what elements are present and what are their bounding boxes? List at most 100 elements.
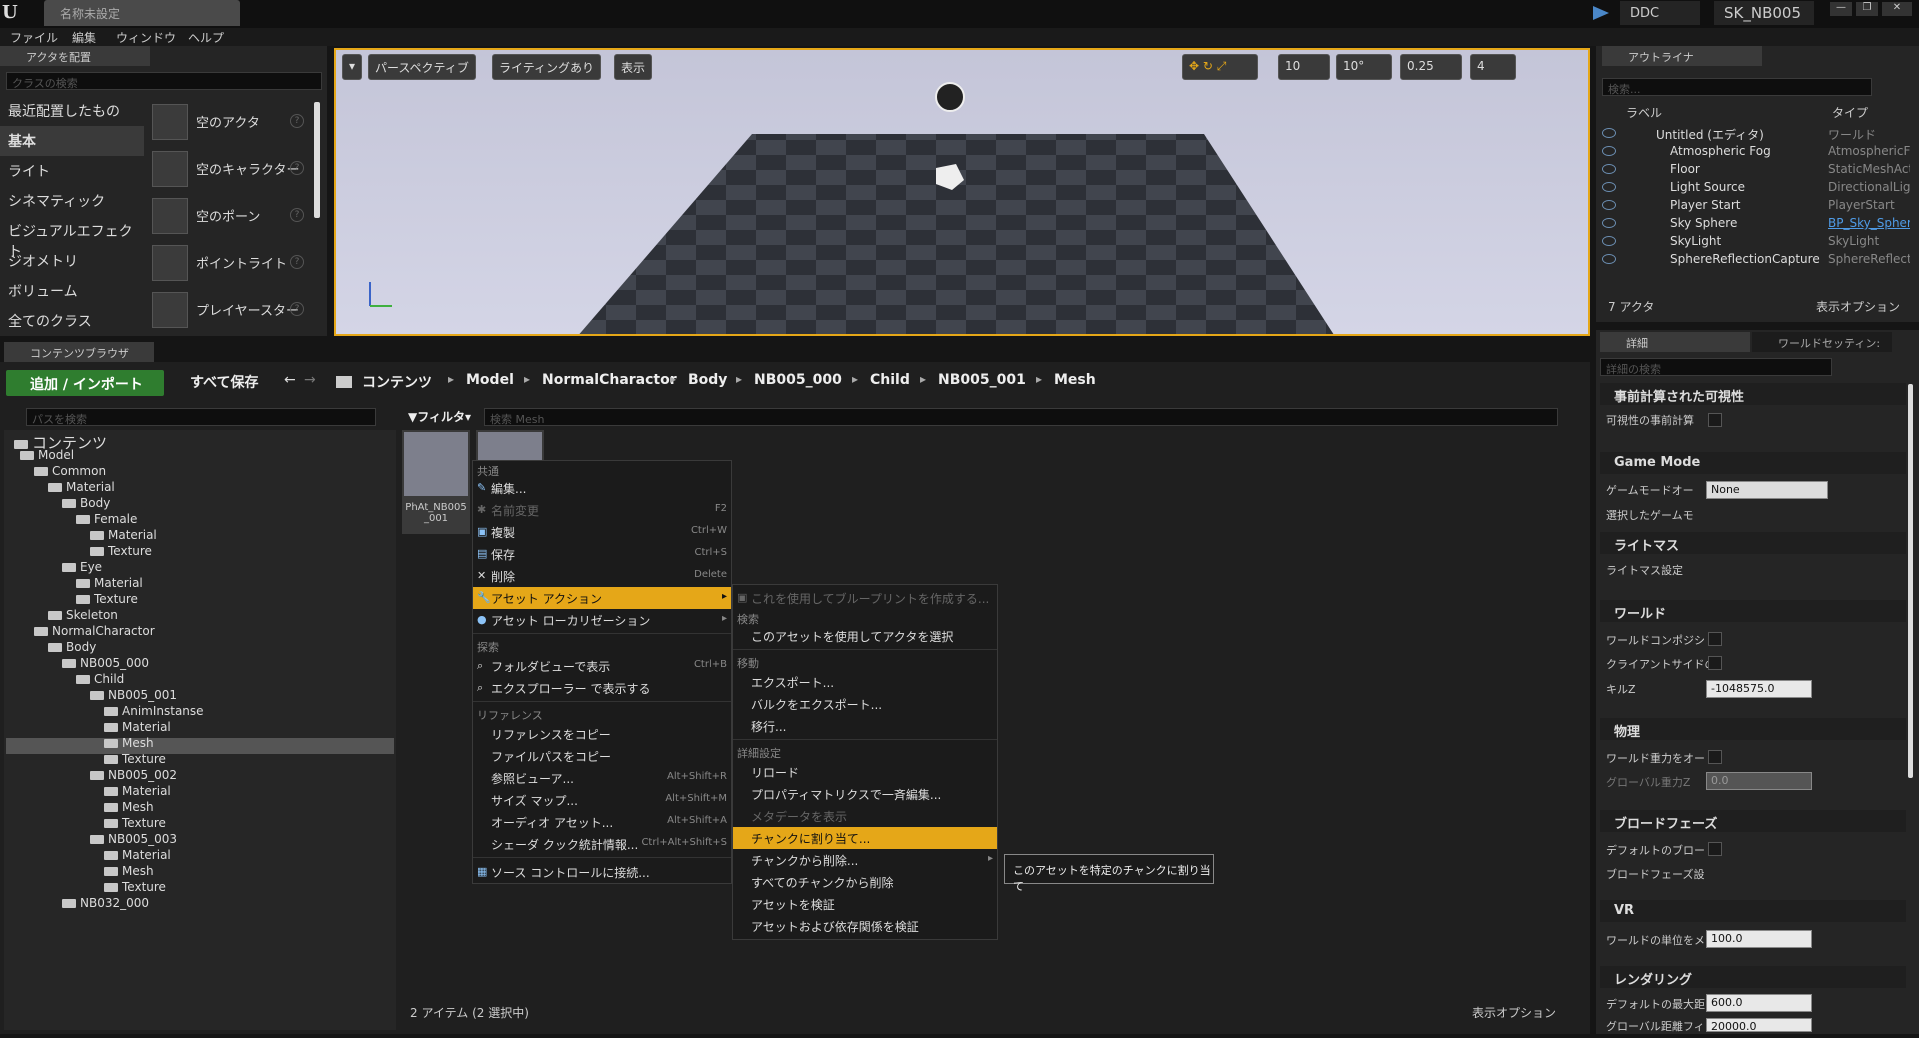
nav-forward-icon[interactable]: → — [304, 372, 316, 388]
menu-delete[interactable]: ✕ 削除 Delete — [473, 565, 731, 587]
tree-folder[interactable]: Material — [90, 528, 157, 542]
menu-help[interactable]: ヘルプ — [188, 29, 224, 46]
category-visual-effects[interactable]: ビジュアルエフェクト — [0, 216, 144, 260]
tree-folder[interactable]: Material — [104, 784, 171, 798]
section-rendering[interactable]: レンダリング — [1600, 966, 1906, 988]
world-settings-tab[interactable]: ワールドセッティン: — [1752, 332, 1892, 352]
category-cinematic[interactable]: シネマティック — [0, 186, 144, 216]
max-distance-input[interactable]: 600.0 — [1706, 994, 1812, 1012]
help-icon[interactable]: ? — [290, 302, 304, 316]
tree-folder[interactable]: Female — [76, 512, 137, 526]
category-light[interactable]: ライト — [0, 156, 144, 186]
perspective-button[interactable]: パースペクティブ — [368, 54, 476, 80]
menu-migrate[interactable]: 移行... — [733, 715, 997, 737]
menu-show-in-explorer[interactable]: ⌕ エクスプローラー で表示する — [473, 677, 731, 699]
precompute-visibility-checkbox[interactable] — [1708, 413, 1722, 427]
menu-export[interactable]: エクスポート... — [733, 671, 997, 693]
menu-audio-asset[interactable]: オーディオ アセット... Alt+Shift+A — [473, 811, 731, 833]
breadcrumb-nb005-000[interactable]: NB005_000 — [754, 372, 842, 388]
menu-copy-reference[interactable]: リファレンスをコピー — [473, 723, 731, 745]
visibility-icon[interactable] — [1602, 200, 1616, 210]
tree-folder[interactable]: Texture — [104, 880, 166, 894]
visibility-icon[interactable] — [1602, 236, 1616, 246]
ddc-button[interactable]: DDC — [1620, 1, 1700, 25]
tree-folder[interactable]: Texture — [104, 816, 166, 830]
content-browser-tab[interactable]: コンテンツブラウザ — [4, 342, 154, 362]
gravity-z-input[interactable]: 0.0 — [1706, 772, 1812, 790]
menu-asset-actions[interactable]: 🔧 アセット アクション ▸ — [473, 587, 731, 609]
source-control-icon[interactable] — [1593, 6, 1609, 20]
category-basic[interactable]: 基本 — [0, 126, 144, 156]
menu-validate-dependencies[interactable]: アセットおよび依存関係を検証 — [733, 915, 997, 937]
menu-property-matrix[interactable]: プロパティマトリクスで一斉編集... — [733, 783, 997, 805]
tree-folder[interactable]: Model — [20, 448, 74, 462]
breadcrumb-mesh[interactable]: Mesh — [1054, 372, 1096, 388]
tree-folder[interactable]: Common — [34, 464, 106, 478]
path-search-input[interactable]: パスを検索 — [26, 408, 376, 426]
breadcrumb-nb005-001[interactable]: NB005_001 — [938, 372, 1026, 388]
visibility-icon[interactable] — [1602, 218, 1616, 228]
details-search-input[interactable]: 詳細の検索 — [1600, 358, 1832, 376]
breadcrumb-content[interactable]: コンテンツ — [362, 372, 432, 392]
place-item-empty-actor[interactable]: 空のアクタ? — [150, 100, 316, 144]
menu-select-actors[interactable]: このアセットを使用してアクタを選択 — [733, 625, 997, 647]
menu-asset-localization[interactable]: ● アセット ローカリゼーション ▸ — [473, 609, 731, 631]
visibility-icon[interactable] — [1602, 164, 1616, 174]
menu-remove-from-chunk[interactable]: チャンクから削除... ▸ — [733, 849, 997, 871]
tree-folder[interactable]: Texture — [90, 544, 152, 558]
section-precomputed-visibility[interactable]: 事前計算された可視性 — [1600, 383, 1906, 405]
tree-folder[interactable]: NB032_000 — [62, 896, 149, 910]
class-search-input[interactable]: クラスの検索 — [6, 72, 322, 90]
breadcrumb-child[interactable]: Child — [870, 372, 910, 388]
help-icon[interactable]: ? — [290, 208, 304, 222]
tree-folder[interactable]: Body — [48, 640, 96, 654]
place-scrollbar[interactable] — [314, 102, 320, 218]
tree-folder[interactable]: AnimInstanse — [104, 704, 204, 718]
outliner-col-type[interactable]: タイプ — [1832, 104, 1868, 121]
breadcrumb-body[interactable]: Body — [688, 372, 727, 388]
tree-folder[interactable]: Material — [48, 480, 115, 494]
place-actors-tab[interactable]: アクタを配置 — [0, 46, 150, 66]
menu-show-in-folder[interactable]: ⌕ フォルダビューで表示 Ctrl+B — [473, 655, 731, 677]
help-icon[interactable]: ? — [290, 255, 304, 269]
menu-file[interactable]: ファイル — [10, 29, 58, 46]
tree-folder[interactable]: Mesh — [104, 800, 154, 814]
menu-reload[interactable]: リロード — [733, 761, 997, 783]
lighting-button[interactable]: ライティングあり — [492, 54, 602, 80]
outliner-row[interactable]: SkyLight SkyLight — [1600, 234, 1910, 252]
client-side-checkbox[interactable] — [1708, 656, 1722, 670]
outliner-row[interactable]: Sky Sphere BP_Sky_Spher — [1600, 216, 1910, 234]
details-scrollbar[interactable] — [1908, 384, 1913, 778]
broadphase-checkbox[interactable] — [1708, 842, 1722, 856]
menu-shader-stats[interactable]: シェーダ クック統計情報... Ctrl+Alt+Shift+S — [473, 833, 731, 855]
visibility-icon[interactable] — [1602, 182, 1616, 192]
maximize-button[interactable]: ❐ — [1856, 2, 1878, 16]
help-icon[interactable]: ? — [290, 114, 304, 128]
outliner-search-input[interactable]: 検索... — [1602, 78, 1872, 96]
menu-save[interactable]: ▤ 保存 Ctrl+S — [473, 543, 731, 565]
menu-bulk-export[interactable]: バルクをエクスポート... — [733, 693, 997, 715]
menu-edit[interactable]: ✎ 編集... — [473, 477, 731, 499]
add-import-button[interactable]: 追加 / インポート — [6, 370, 164, 396]
global-distance-input[interactable]: 20000.0 — [1706, 1018, 1812, 1033]
section-game-mode[interactable]: Game Mode — [1600, 452, 1906, 474]
tree-folder[interactable]: Skeleton — [48, 608, 118, 622]
nav-back-icon[interactable]: ← — [284, 372, 296, 388]
tree-folder[interactable]: Texture — [76, 592, 138, 606]
place-item-player-start[interactable]: プレイヤースター? — [150, 288, 316, 332]
outliner-row[interactable]: Atmospheric Fog AtmosphericFo — [1600, 144, 1910, 162]
menu-validate-asset[interactable]: アセットを検証 — [733, 893, 997, 915]
tree-folder[interactable]: NormalCharactor — [34, 624, 155, 638]
place-item-point-light[interactable]: ポイントライト? — [150, 241, 316, 285]
minimize-button[interactable]: — — [1830, 2, 1852, 16]
section-physics[interactable]: 物理 — [1600, 718, 1906, 740]
close-button[interactable]: ✕ — [1882, 2, 1912, 16]
category-recent[interactable]: 最近配置したもの — [0, 96, 144, 126]
level-tab[interactable]: 名称未設定 — [44, 0, 240, 26]
filter-button[interactable]: ▼フィルタ▾ — [408, 408, 471, 425]
details-tab[interactable]: 詳細 — [1600, 332, 1750, 352]
visibility-icon[interactable] — [1602, 146, 1616, 156]
save-all-button[interactable]: すべて保存 — [172, 372, 258, 392]
outliner-row[interactable]: Light SourceDirectionalLight — [1600, 180, 1910, 198]
tree-folder[interactable]: Body — [62, 496, 110, 510]
